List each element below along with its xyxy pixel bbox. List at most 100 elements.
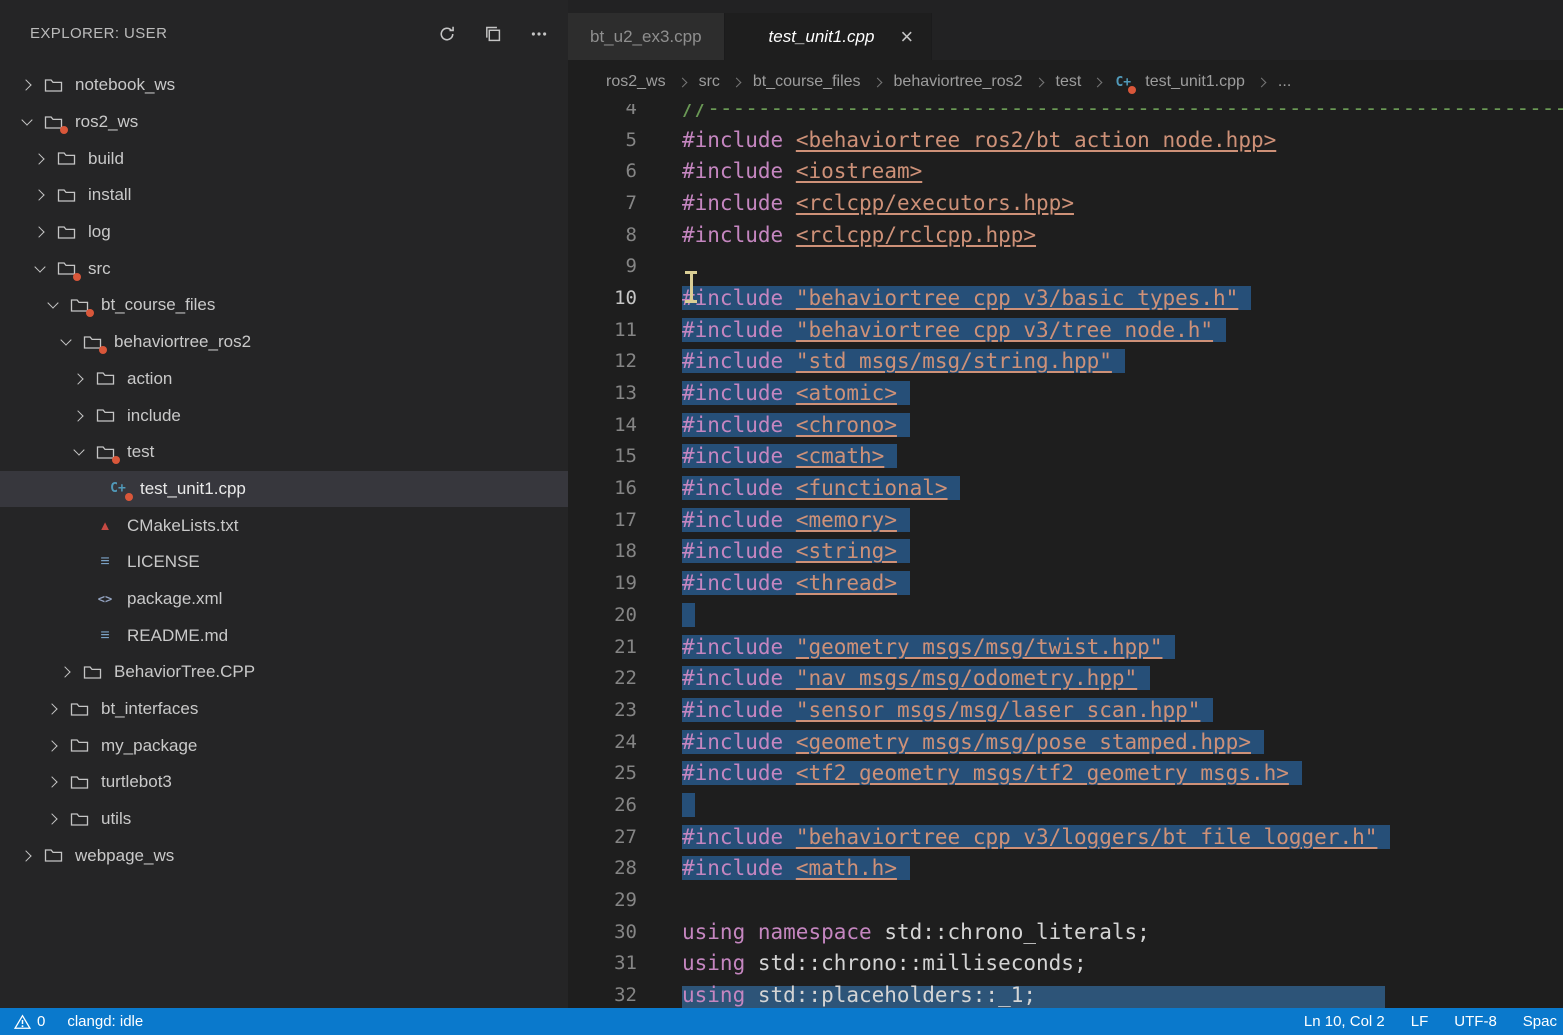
line-number[interactable]: 24: [568, 731, 637, 753]
chevron-right-icon[interactable]: [72, 373, 83, 384]
code-line[interactable]: 21#include "geometry_msgs/msg/twist.hpp": [568, 631, 1563, 663]
line-number[interactable]: 25: [568, 762, 637, 784]
tree-item-behaviortree-cpp[interactable]: BehaviorTree.CPP: [0, 654, 568, 691]
tree-item-build[interactable]: build: [0, 140, 568, 177]
status-encoding-selector[interactable]: UTF-8: [1454, 1013, 1497, 1030]
tree-item-test-unit1-cpp[interactable]: C+test_unit1.cpp: [0, 471, 568, 508]
tree-item-turtlebot3[interactable]: turtlebot3: [0, 764, 568, 801]
line-number[interactable]: 7: [568, 192, 637, 214]
chevron-right-icon[interactable]: [33, 190, 44, 201]
line-number[interactable]: 23: [568, 699, 637, 721]
line-number[interactable]: 21: [568, 636, 637, 658]
breadcrumb-item[interactable]: bt_course_files: [753, 73, 861, 91]
chevron-right-icon[interactable]: [46, 740, 57, 751]
tree-item-license[interactable]: ≡LICENSE: [0, 544, 568, 581]
chevron-right-icon[interactable]: [72, 410, 83, 421]
tree-item-ros2-ws[interactable]: ros2_ws: [0, 104, 568, 141]
code-area[interactable]: 4//-------------------------------------…: [568, 104, 1563, 1008]
chevron-right-icon[interactable]: [33, 153, 44, 164]
line-number[interactable]: 14: [568, 414, 637, 436]
breadcrumb-item[interactable]: ros2_ws: [606, 73, 666, 91]
line-number[interactable]: 8: [568, 224, 637, 246]
line-number[interactable]: 11: [568, 319, 637, 341]
code-line[interactable]: 27#include "behaviortree_cpp_v3/loggers/…: [568, 821, 1563, 853]
code-line[interactable]: 32using std::placeholders::_1;: [568, 979, 1563, 1008]
code-line[interactable]: 15#include <cmath>: [568, 441, 1563, 473]
chevron-right-icon[interactable]: [33, 226, 44, 237]
code-line[interactable]: 30using namespace std::chrono_literals;: [568, 916, 1563, 948]
code-line[interactable]: 13#include <atomic>: [568, 377, 1563, 409]
code-line[interactable]: 29: [568, 884, 1563, 916]
line-number[interactable]: 20: [568, 604, 637, 626]
breadcrumb-item[interactable]: behaviortree_ros2: [894, 73, 1023, 91]
chevron-down-icon[interactable]: [73, 445, 84, 456]
line-number[interactable]: 6: [568, 160, 637, 182]
code-line[interactable]: 12#include "std_msgs/msg/string.hpp": [568, 346, 1563, 378]
chevron-down-icon[interactable]: [60, 334, 71, 345]
line-number[interactable]: 31: [568, 952, 637, 974]
code-line[interactable]: 16#include <functional>: [568, 472, 1563, 504]
line-number[interactable]: 13: [568, 382, 637, 404]
line-number[interactable]: 12: [568, 350, 637, 372]
code-line[interactable]: 11#include "behaviortree_cpp_v3/tree_nod…: [568, 314, 1563, 346]
tree-item-utils[interactable]: utils: [0, 801, 568, 838]
line-number[interactable]: 9: [568, 255, 637, 277]
tree-item-readme-md[interactable]: ≡README.md: [0, 617, 568, 654]
line-number[interactable]: 4: [568, 104, 637, 119]
tab-test-unit1-cpp[interactable]: test_unit1.cpp×: [725, 13, 933, 60]
line-number[interactable]: 28: [568, 857, 637, 879]
tree-item-notebook-ws[interactable]: notebook_ws: [0, 67, 568, 104]
refresh-explorer-icon[interactable]: [436, 23, 458, 45]
line-number[interactable]: 27: [568, 826, 637, 848]
code-line[interactable]: 6#include <iostream>: [568, 155, 1563, 187]
code-line[interactable]: 24#include <geometry_msgs/msg/pose_stamp…: [568, 726, 1563, 758]
line-number[interactable]: 17: [568, 509, 637, 531]
chevron-right-icon[interactable]: [46, 777, 57, 788]
tree-item-src[interactable]: src: [0, 250, 568, 287]
chevron-right-icon[interactable]: [59, 667, 70, 678]
line-number[interactable]: 26: [568, 794, 637, 816]
code-line[interactable]: 28#include <math.h>: [568, 853, 1563, 885]
code-line[interactable]: 8#include <rclcpp/rclcpp.hpp>: [568, 219, 1563, 251]
chevron-right-icon[interactable]: [46, 703, 57, 714]
breadcrumb-item[interactable]: test_unit1.cpp: [1145, 73, 1245, 91]
code-line[interactable]: 26: [568, 789, 1563, 821]
code-line[interactable]: 9: [568, 250, 1563, 282]
code-line[interactable]: 31using std::chrono::milliseconds;: [568, 948, 1563, 980]
chevron-down-icon[interactable]: [47, 298, 58, 309]
status-indentation-selector[interactable]: Spac: [1523, 1013, 1557, 1030]
breadcrumb-item[interactable]: test: [1056, 73, 1082, 91]
line-number[interactable]: 22: [568, 667, 637, 689]
tree-item-install[interactable]: install: [0, 177, 568, 214]
breadcrumb-item[interactable]: ...: [1278, 73, 1291, 91]
chevron-right-icon[interactable]: [20, 80, 31, 91]
chevron-down-icon[interactable]: [34, 261, 45, 272]
code-line[interactable]: 23#include "sensor_msgs/msg/laser_scan.h…: [568, 694, 1563, 726]
code-line[interactable]: 4//-------------------------------------…: [568, 104, 1563, 124]
chevron-right-icon[interactable]: [46, 813, 57, 824]
code-line[interactable]: 17#include <memory>: [568, 504, 1563, 536]
line-number[interactable]: 10: [568, 287, 637, 309]
tree-item-include[interactable]: include: [0, 397, 568, 434]
code-line[interactable]: 22#include "nav_msgs/msg/odometry.hpp": [568, 662, 1563, 694]
line-number[interactable]: 19: [568, 572, 637, 594]
tree-item-action[interactable]: action: [0, 361, 568, 398]
line-number[interactable]: 5: [568, 129, 637, 151]
problems-status[interactable]: 0 clangd: idle: [14, 1013, 143, 1030]
line-number[interactable]: 18: [568, 540, 637, 562]
tree-item-bt-interfaces[interactable]: bt_interfaces: [0, 691, 568, 728]
tree-item-behaviortree-ros2[interactable]: behaviortree_ros2: [0, 324, 568, 361]
tree-item-my-package[interactable]: my_package: [0, 727, 568, 764]
line-number[interactable]: 16: [568, 477, 637, 499]
code-line[interactable]: 5#include <behaviortree_ros2/bt_action_n…: [568, 124, 1563, 156]
tree-item-bt-course-files[interactable]: bt_course_files: [0, 287, 568, 324]
code-line[interactable]: 7#include <rclcpp/executors.hpp>: [568, 187, 1563, 219]
tab-bt-u2-ex3-cpp[interactable]: bt_u2_ex3.cpp: [568, 13, 725, 60]
status-cursor-position[interactable]: Ln 10, Col 2: [1304, 1013, 1385, 1030]
more-actions-icon[interactable]: [528, 23, 550, 45]
code-line[interactable]: 10#include "behaviortree_cpp_v3/basic_ty…: [568, 282, 1563, 314]
tree-item-cmakelists-txt[interactable]: ▲CMakeLists.txt: [0, 507, 568, 544]
code-line[interactable]: 19#include <thread>: [568, 567, 1563, 599]
tree-item-test[interactable]: test: [0, 434, 568, 471]
tree-item-log[interactable]: log: [0, 214, 568, 251]
